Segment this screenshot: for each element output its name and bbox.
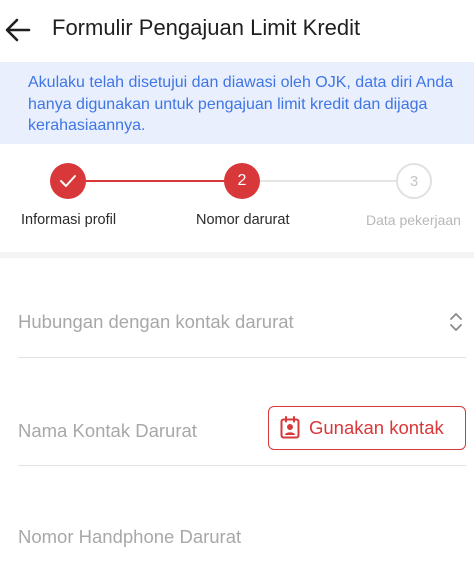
check-icon <box>60 175 76 187</box>
ojk-notice-banner: Akulaku telah disetujui dan diawasi oleh… <box>0 62 474 144</box>
progress-stepper: 2 3 Informasi profil Nomor darurat Data … <box>0 144 474 252</box>
step-connector-pending <box>259 180 396 182</box>
use-contact-label: Gunakan kontak <box>309 417 444 438</box>
step-3-number: 3 <box>409 172 419 190</box>
step-3-indicator: 3 <box>396 163 432 199</box>
phone-field[interactable]: Nomor Handphone Darurat <box>18 522 474 562</box>
step-1-indicator <box>50 163 86 199</box>
phone-placeholder: Nomor Handphone Darurat <box>18 526 242 547</box>
step-2-indicator: 2 <box>224 163 260 199</box>
step-1-label: Informasi profil <box>21 212 117 228</box>
relationship-placeholder: Hubungan dengan kontak darurat <box>18 311 294 332</box>
contact-name-placeholder: Nama Kontak Darurat <box>18 420 197 441</box>
step-2-number: 2 <box>237 172 247 189</box>
page-title: Formulir Pengajuan Limit Kredit <box>52 15 361 40</box>
section-divider <box>0 252 474 258</box>
step-3-label: Data pekerjaan <box>366 212 461 228</box>
field-underline <box>18 465 466 466</box>
chevron-up-down-icon <box>450 313 462 331</box>
back-button[interactable] <box>2 14 34 46</box>
contact-book-icon <box>280 416 300 439</box>
field-underline <box>18 357 466 358</box>
step-connector-completed <box>85 180 225 182</box>
use-contact-button[interactable]: Gunakan kontak <box>268 406 466 450</box>
step-2-label: Nomor darurat <box>196 212 290 228</box>
app-header: Formulir Pengajuan Limit Kredit <box>0 0 474 58</box>
notice-text: Akulaku telah disetujui dan diawasi oleh… <box>28 74 454 134</box>
contact-name-field[interactable]: Nama Kontak Darurat Gunakan kontak <box>18 402 474 466</box>
relationship-select[interactable]: Hubungan dengan kontak darurat <box>18 308 474 358</box>
arrow-left-icon <box>5 18 31 42</box>
